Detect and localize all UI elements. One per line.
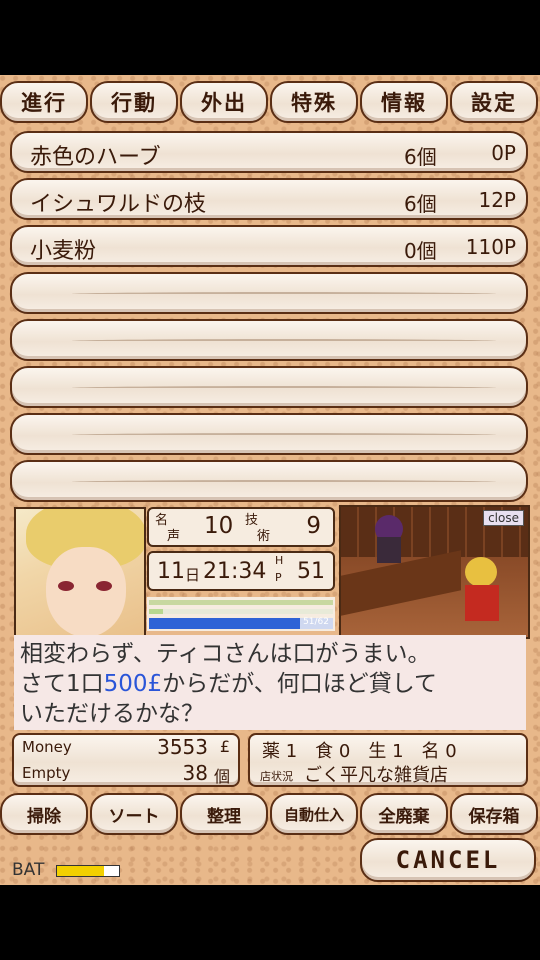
- money-unit: £: [219, 737, 230, 756]
- empty-value: 38: [182, 761, 208, 785]
- loan-amount: 500£: [103, 671, 163, 697]
- exp-bar-track: [149, 609, 333, 614]
- stamina-bar: [149, 600, 333, 605]
- empty-item-row[interactable]: [10, 413, 528, 455]
- dialogue-line-2: さて1口500£からだが、何口ほど貸して: [20, 669, 520, 699]
- empty-item-row[interactable]: [10, 460, 528, 502]
- tab-outing[interactable]: 外出: [180, 81, 268, 123]
- battery-label: BAT: [12, 860, 45, 880]
- hp-value: 51: [297, 559, 325, 584]
- hp-label-top: H: [275, 554, 284, 567]
- tab-action[interactable]: 行動: [90, 81, 178, 123]
- item-quantity: 6個: [404, 145, 437, 169]
- clean-button[interactable]: 掃除: [0, 793, 88, 835]
- gauge-panel: 51/62: [147, 597, 335, 631]
- status-line: 薬 1 食 0 生 1 名 0: [262, 741, 457, 762]
- skill-value: 9: [306, 513, 321, 539]
- discard-all-button[interactable]: 全廃棄: [360, 793, 448, 835]
- status-panel: 薬 1 食 0 生 1 名 0 店状況 ごく平凡な雑貨店: [248, 733, 528, 787]
- auto-stock-button[interactable]: 自動仕入: [270, 793, 358, 835]
- day-unit: 日: [185, 566, 201, 584]
- game-screen: 進行 行動 外出 特殊 情報 設定 赤色のハーブ 6個 0P イシュワルドの枝 …: [0, 75, 540, 885]
- dialogue-text: からだが、何口ほど貸して: [162, 671, 438, 697]
- item-name: 赤色のハーブ: [30, 145, 161, 170]
- item-price: 12P: [478, 188, 516, 212]
- hp-bar-text: 51/62: [303, 617, 329, 627]
- empty-item-row[interactable]: [10, 366, 528, 408]
- cancel-button[interactable]: CANCEL: [360, 838, 536, 882]
- item-price: 110P: [465, 235, 516, 259]
- shopkeeper-body: [377, 537, 401, 563]
- tab-special[interactable]: 特殊: [270, 81, 358, 123]
- item-quantity: 0個: [404, 239, 437, 263]
- item-row[interactable]: イシュワルドの枝 6個 12P: [10, 178, 528, 220]
- hp-label-bottom: P: [275, 571, 282, 584]
- money-panel: Money 3553 £ Empty 38 個: [12, 733, 240, 787]
- shop-status-value: ごく平凡な雑貨店: [304, 765, 448, 786]
- fame-label-bottom: 声: [167, 529, 181, 544]
- fame-skill-panel: 名 声 10 技 術 9: [147, 507, 335, 547]
- battery-bar: [56, 865, 120, 877]
- player-body: [465, 585, 499, 621]
- tab-info[interactable]: 情報: [360, 81, 448, 123]
- skill-label-bottom: 術: [257, 529, 271, 544]
- hp-bar-track: 51/62: [149, 617, 333, 629]
- money-value: 3553: [157, 735, 208, 759]
- shop-counter: [341, 550, 461, 616]
- empty-label: Empty: [22, 764, 71, 782]
- day-value: 11: [157, 559, 185, 584]
- dialogue-line-3: いただけるかな？: [20, 701, 204, 727]
- item-quantity: 6個: [404, 192, 437, 216]
- time-hp-panel: 11 日 21:34 H P 51: [147, 551, 335, 591]
- item-price: 0P: [491, 141, 516, 165]
- dialogue-text: さて1口: [20, 671, 104, 697]
- hp-bar-fill: [149, 618, 300, 629]
- player-head: [465, 557, 497, 587]
- character-portrait: [14, 507, 146, 639]
- item-name: 小麦粉: [30, 239, 97, 264]
- exp-bar-fill: [149, 609, 163, 614]
- empty-unit: 個: [213, 767, 230, 786]
- organize-button[interactable]: 整理: [180, 793, 268, 835]
- scene-view: close: [339, 505, 530, 639]
- battery-level: [57, 866, 104, 876]
- money-label: Money: [22, 738, 72, 756]
- item-row[interactable]: 赤色のハーブ 6個 0P: [10, 131, 528, 173]
- item-row[interactable]: 小麦粉 0個 110P: [10, 225, 528, 267]
- close-button[interactable]: close: [483, 510, 524, 526]
- empty-item-row[interactable]: [10, 319, 528, 361]
- shop-status-label: 店状況: [260, 770, 293, 783]
- sort-button[interactable]: ソート: [90, 793, 178, 835]
- tab-settings[interactable]: 設定: [450, 81, 538, 123]
- fame-value: 10: [204, 513, 234, 539]
- tab-progress[interactable]: 進行: [0, 81, 88, 123]
- clock-time: 21:34: [203, 559, 267, 584]
- dialogue-box[interactable]: 相変わらず、ティコさんは口がうまい。 さて1口500£からだが、何口ほど貸して …: [14, 635, 526, 730]
- item-name: イシュワルドの枝: [30, 192, 207, 217]
- empty-item-row[interactable]: [10, 272, 528, 314]
- storage-box-button[interactable]: 保存箱: [450, 793, 538, 835]
- dialogue-line-1: 相変わらず、ティコさんは口がうまい。: [20, 641, 431, 667]
